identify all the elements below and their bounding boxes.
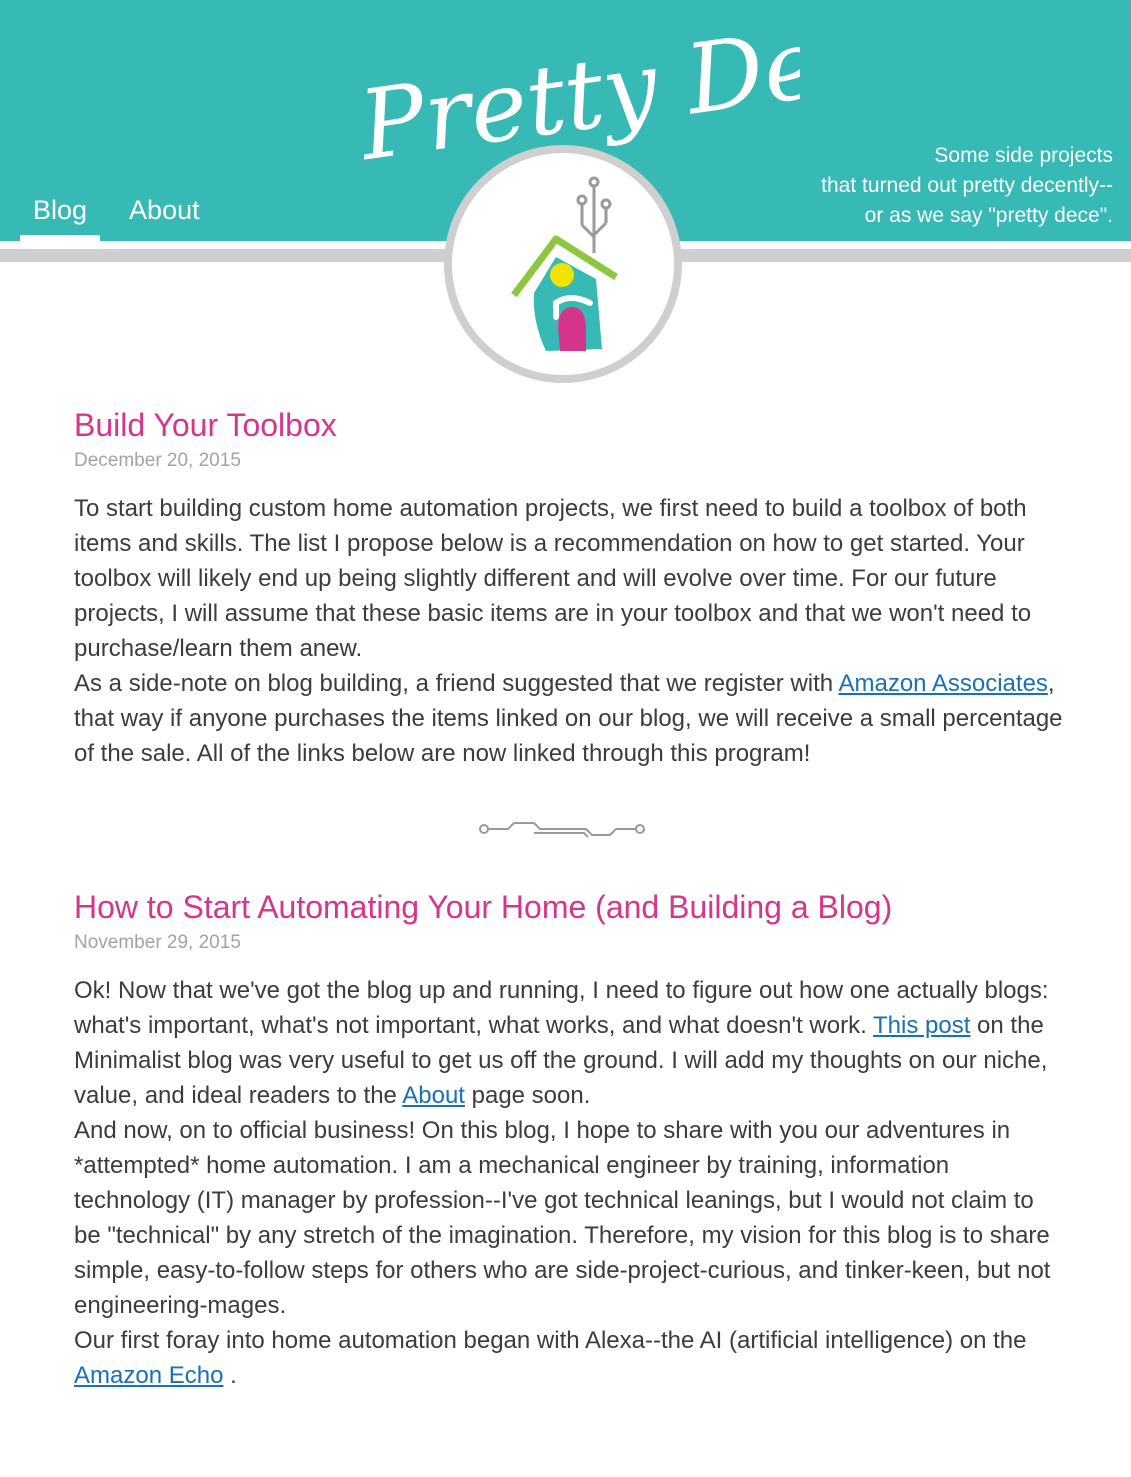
post-paragraph: To start building custom home automation…	[74, 495, 1032, 662]
paragraph-text: As a side-note on blog building, a frien…	[74, 670, 839, 697]
post-paragraph: As a side-note on blog building, a frien…	[74, 666, 1064, 771]
paragraph-text: Our first foray into home automation beg…	[74, 1327, 1027, 1354]
house-logo-icon[interactable]	[444, 145, 682, 383]
paragraph-text: page soon.	[464, 1082, 591, 1109]
post-paragraph: Our first foray into home automation beg…	[74, 1323, 1064, 1393]
nav-about-link[interactable]: About	[116, 192, 213, 241]
post-body: Ok! Now that we've got the blog up and r…	[74, 973, 1064, 1393]
post-paragraph: And now, on to official business! On thi…	[74, 1117, 1051, 1319]
main-content: Build Your Toolbox December 20, 2015 To …	[74, 405, 1064, 1393]
tagline-line: Some side projects	[934, 144, 1113, 167]
tagline-line: that turned out pretty decently--	[821, 174, 1113, 197]
this-post-link[interactable]: This post	[873, 1012, 970, 1039]
post-date: November 29, 2015	[74, 932, 241, 953]
blog-post: Build Your Toolbox December 20, 2015 To …	[74, 405, 1064, 771]
nav-blog-link[interactable]: Blog	[20, 192, 101, 241]
post-body: To start building custom home automation…	[74, 491, 1064, 771]
amazon-echo-link[interactable]: Amazon Echo	[74, 1362, 223, 1389]
amazon-associates-link[interactable]: Amazon Associates	[838, 670, 1047, 697]
post-date: December 20, 2015	[74, 450, 241, 471]
main-nav: Blog About	[20, 192, 213, 241]
post-title-link[interactable]: How to Start Automating Your Home (and B…	[74, 887, 1064, 927]
site-tagline: Some side projects that turned out prett…	[693, 141, 1113, 231]
post-title-link[interactable]: Build Your Toolbox	[74, 405, 1064, 445]
paragraph-text: .	[223, 1362, 237, 1389]
post-paragraph: Ok! Now that we've got the blog up and r…	[74, 973, 1064, 1113]
about-page-link[interactable]: About	[402, 1082, 465, 1109]
blog-post: How to Start Automating Your Home (and B…	[74, 887, 1064, 1393]
tagline-line: or as we say "pretty dece".	[864, 204, 1113, 227]
circuit-divider-icon	[74, 813, 1064, 847]
